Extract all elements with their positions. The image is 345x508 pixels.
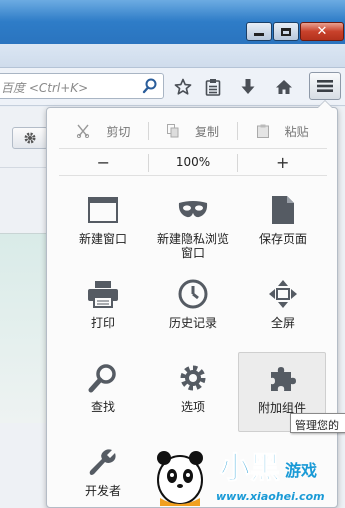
titlebar-glass bbox=[0, 0, 345, 22]
printer-icon bbox=[87, 278, 119, 310]
panel-arrow bbox=[317, 100, 333, 108]
search-placeholder: 百度 <Ctrl+K> bbox=[1, 81, 89, 95]
copy-icon bbox=[167, 124, 179, 138]
close-button[interactable]: ✕ bbox=[300, 22, 344, 41]
zoom-in-button[interactable]: + bbox=[238, 149, 327, 175]
options-button[interactable]: 选项 bbox=[149, 356, 237, 432]
page-divider bbox=[0, 167, 48, 199]
minimize-icon bbox=[254, 33, 264, 36]
find-button[interactable]: 查找 bbox=[59, 356, 147, 432]
options-label: 选项 bbox=[180, 400, 205, 414]
downloads-button[interactable] bbox=[237, 76, 259, 98]
scissors-icon bbox=[77, 124, 90, 138]
paste-icon bbox=[256, 124, 269, 138]
puzzle-icon bbox=[266, 363, 298, 395]
cut-button[interactable]: 剪切 bbox=[59, 118, 148, 144]
page-settings-button[interactable] bbox=[12, 127, 48, 149]
fullscreen-icon bbox=[267, 278, 299, 310]
search-input[interactable]: 百度 <Ctrl+K> bbox=[0, 73, 164, 99]
fullscreen-button[interactable]: 全屏 bbox=[239, 272, 327, 348]
gear-icon bbox=[177, 362, 209, 394]
cut-label: 剪切 bbox=[106, 124, 131, 139]
zoom-reset-button[interactable]: 100% bbox=[149, 149, 238, 175]
home-icon bbox=[276, 80, 292, 94]
developer-label: 开发者 bbox=[84, 484, 121, 498]
site-watermark-logo: 小黑 游戏 www.xiaohei.com bbox=[157, 451, 325, 506]
window-icon bbox=[87, 194, 119, 226]
zoom-controls: − 100% + bbox=[59, 148, 327, 176]
copy-button[interactable]: 复制 bbox=[149, 118, 238, 144]
clock-icon bbox=[177, 278, 209, 310]
page-panel bbox=[0, 233, 48, 423]
paste-label: 粘贴 bbox=[284, 124, 309, 139]
save-page-label: 保存页面 bbox=[258, 232, 307, 246]
fullscreen-label: 全屏 bbox=[270, 316, 295, 330]
tab-strip bbox=[0, 44, 345, 68]
search-icon[interactable] bbox=[141, 77, 159, 95]
close-icon: ✕ bbox=[316, 24, 328, 39]
history-label: 历史记录 bbox=[168, 316, 217, 330]
download-arrow-icon bbox=[241, 79, 255, 94]
maximize-button[interactable] bbox=[273, 22, 299, 41]
mask-icon bbox=[177, 194, 209, 226]
bookmark-star-button[interactable] bbox=[172, 76, 194, 98]
home-button[interactable] bbox=[273, 76, 295, 98]
svg-text:小黑: 小黑 bbox=[220, 451, 280, 486]
maximize-icon bbox=[281, 27, 291, 36]
new-private-window-label: 新建隐私浏览 窗口 bbox=[157, 232, 229, 260]
edit-controls: 剪切 复制 粘贴 bbox=[59, 118, 327, 144]
addons-tooltip: 管理您的 bbox=[290, 413, 345, 433]
magnifier-icon bbox=[87, 362, 119, 394]
open-menu-button[interactable] bbox=[309, 72, 341, 100]
zoom-out-button[interactable]: − bbox=[59, 149, 148, 175]
svg-text:游戏: 游戏 bbox=[285, 461, 317, 480]
gear-icon bbox=[24, 132, 36, 144]
new-window-button[interactable]: 新建窗口 bbox=[59, 188, 147, 264]
history-button[interactable]: 历史记录 bbox=[149, 272, 237, 348]
new-private-window-label-line1: 新建隐私浏览 bbox=[156, 232, 229, 246]
bookmarks-menu-button[interactable] bbox=[202, 76, 224, 98]
copy-label: 复制 bbox=[195, 124, 220, 139]
clipboard-list-icon bbox=[205, 79, 221, 96]
save-page-button[interactable]: 保存页面 bbox=[239, 188, 327, 264]
find-label: 查找 bbox=[90, 400, 115, 414]
navigation-toolbar: 百度 <Ctrl+K> bbox=[0, 68, 345, 106]
minimize-button[interactable] bbox=[246, 22, 272, 41]
new-private-window-button[interactable]: 新建隐私浏览 窗口 bbox=[149, 188, 237, 264]
svg-text:www.xiaohei.com: www.xiaohei.com bbox=[216, 490, 325, 503]
new-window-label: 新建窗口 bbox=[78, 232, 127, 246]
page-icon bbox=[267, 194, 299, 226]
hamburger-icon bbox=[317, 80, 333, 92]
paste-button[interactable]: 粘贴 bbox=[238, 118, 327, 144]
print-label: 打印 bbox=[90, 316, 115, 330]
star-icon bbox=[174, 78, 192, 95]
window-titlebar: ✕ bbox=[0, 0, 345, 44]
developer-button[interactable]: 开发者 bbox=[59, 440, 147, 508]
new-private-window-label-line2: 窗口 bbox=[180, 246, 205, 260]
wrench-icon bbox=[87, 446, 119, 478]
print-button[interactable]: 打印 bbox=[59, 272, 147, 348]
